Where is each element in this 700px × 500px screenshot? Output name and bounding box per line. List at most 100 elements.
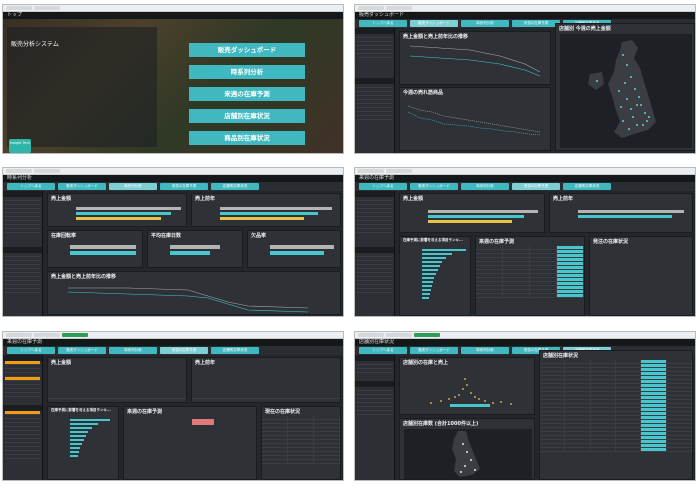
forecast-table-card: 来週の在庫予測 — [475, 236, 585, 316]
nav-store-button[interactable]: 店舗別在庫状況 — [211, 347, 259, 354]
card-title: 店舗別の在庫と売上 — [403, 360, 449, 366]
nav-timeseries-button[interactable]: 時系列分析 — [461, 20, 509, 27]
card-title: 発注の在庫状況 — [593, 239, 629, 245]
nav-top-button[interactable]: トップへ戻る — [359, 183, 407, 190]
filter-row[interactable] — [5, 289, 40, 293]
nav-forecast-button[interactable]: 来週の在庫予測 — [160, 347, 208, 354]
browser-tab[interactable] — [6, 333, 32, 337]
current-stock-card: 現在の在庫状況 — [261, 406, 341, 480]
nav-forecast-button[interactable]: 来週の在庫予測 — [512, 183, 560, 190]
nav-forecast-button[interactable]: 来週の在庫予測 — [512, 20, 560, 27]
forecast-table-card: 来週の在庫予測 — [123, 406, 257, 480]
window-title: 販売ダッシュボード — [355, 12, 695, 19]
nav-dashboard-button[interactable]: 販売ダッシュボード — [410, 347, 458, 354]
nav-timeseries-button[interactable]: 時系列分析 — [109, 183, 157, 190]
trend-line-chart — [67, 287, 309, 313]
trend-line-chart — [409, 45, 541, 77]
dashboard-screenshot: 販売ダッシュボード トップへ戻る 販売ダッシュボード 時系列分析 来週の在庫予測… — [354, 4, 696, 154]
sales-amount-card: 売上金額 — [399, 193, 545, 233]
turnover-card: 在庫回転率 — [47, 230, 143, 268]
nav-top-button[interactable]: トップへ戻る — [359, 347, 407, 354]
browser-tab[interactable] — [6, 6, 32, 10]
sales-amount-card: 売上金額 — [47, 357, 187, 403]
filter-row[interactable] — [357, 369, 392, 373]
trend-card: 売上金額と売上前年比の推移 — [47, 271, 341, 315]
card-title: 来週の在庫予測 — [127, 409, 163, 415]
card-title: 店舗別在庫状況 — [543, 353, 579, 359]
filter-sidebar — [3, 355, 43, 480]
browser-tabbar — [3, 168, 343, 175]
filter-row[interactable] — [5, 229, 40, 233]
card-title: 売上金額と売上前年比の推移 — [51, 274, 117, 280]
sales-trend-card: 売上金額と売上前年比の推移 — [399, 31, 551, 85]
filter-row[interactable] — [357, 289, 392, 293]
browser-tab[interactable] — [62, 333, 88, 337]
card-title: 売上前年 — [195, 196, 216, 202]
nav-top-button[interactable]: トップへ戻る — [7, 347, 55, 354]
nav-dashboard-button[interactable]: 販売ダッシュボード — [410, 183, 458, 190]
menu-product-stock-button[interactable]: 商品別在庫状況 — [189, 131, 305, 145]
sales-prev-card: 売上前年 — [549, 193, 693, 233]
nav-store-button[interactable]: 店舗別在庫状況 — [563, 183, 611, 190]
browser-tab[interactable] — [386, 333, 412, 337]
order-status-card: 発注の在庫状況 — [589, 236, 693, 316]
nav-dashboard-button[interactable]: 販売ダッシュボード — [410, 20, 458, 27]
nav-timeseries-button[interactable]: 時系列分析 — [461, 347, 509, 354]
nav-bar: トップへ戻る 販売ダッシュボード 時系列分析 来週の在庫予測 店舗別在庫状況 — [3, 346, 343, 355]
filter-sidebar — [355, 355, 395, 480]
menu-timeseries-button[interactable]: 時系列分析 — [189, 65, 305, 79]
avg-days-card: 平均在庫日数 — [147, 230, 243, 268]
card-title: 在庫予測に影響を与える項目ランキ... — [51, 408, 111, 412]
store-stock-table-card: 店舗別在庫状況 — [539, 350, 693, 480]
uk-map[interactable] — [404, 429, 532, 479]
browser-tab[interactable] — [358, 333, 384, 337]
store-forecast-screenshot: 来週の在庫予測 トップへ戻る 販売ダッシュボード 時系列分析 来週の在庫予測 店… — [2, 331, 344, 481]
browser-tabbar — [355, 332, 695, 339]
browser-tabbar — [355, 5, 695, 12]
menu-forecast-button[interactable]: 来週の在庫予測 — [189, 87, 305, 101]
browser-tabbar — [355, 168, 695, 175]
filter-row[interactable] — [357, 229, 392, 233]
card-title: 売上前年 — [553, 196, 574, 202]
card-title: 売上金額 — [51, 360, 72, 366]
table-row[interactable] — [540, 448, 692, 452]
browser-tab[interactable] — [34, 169, 60, 173]
filter-sidebar — [355, 191, 395, 316]
store-stock-sales-card: 店舗別の在庫と売上 — [399, 357, 535, 415]
filter-row[interactable] — [357, 411, 392, 415]
card-title: 店舗別在庫数 (合計1000件以上) — [403, 421, 479, 427]
window-title: 時系列分析 — [3, 175, 343, 182]
browser-tab[interactable] — [358, 6, 384, 10]
browser-tabbar — [3, 332, 343, 339]
nav-timeseries-button[interactable]: 時系列分析 — [461, 183, 509, 190]
browser-tab[interactable] — [358, 169, 384, 173]
uk-map[interactable] — [560, 34, 692, 148]
nav-top-button[interactable]: トップへ戻る — [359, 20, 407, 27]
store-map-card: 店舗別在庫数 (合計1000件以上) — [399, 418, 535, 480]
nav-top-button[interactable]: トップへ戻る — [7, 183, 55, 190]
filter-row[interactable] — [5, 393, 40, 397]
timeseries-screenshot: 時系列分析 トップへ戻る 販売ダッシュボード 時系列分析 来週の在庫予測 店舗別… — [2, 167, 344, 317]
nav-store-button[interactable]: 店舗別在庫状況 — [211, 183, 259, 190]
filter-row[interactable] — [357, 54, 392, 58]
nav-bar: トップへ戻る 販売ダッシュボード 時系列分析 来週の在庫予測 店舗別在庫状況 — [355, 182, 695, 191]
filter-row[interactable] — [357, 116, 392, 120]
browser-tab[interactable] — [6, 169, 32, 173]
nav-timeseries-button[interactable]: 時系列分析 — [109, 347, 157, 354]
menu-store-stock-button[interactable]: 店舗別在庫状況 — [189, 109, 305, 123]
browser-tab[interactable] — [414, 333, 440, 337]
browser-tab[interactable] — [386, 169, 412, 173]
card-title: 売上前年 — [195, 360, 216, 366]
browser-tab[interactable] — [386, 6, 412, 10]
window-title: 店舗別在庫状況 — [355, 339, 695, 346]
nav-dashboard-button[interactable]: 販売ダッシュボード — [58, 183, 106, 190]
company-logo: Insight Tech — [9, 139, 31, 153]
nav-forecast-button[interactable]: 来週の在庫予測 — [160, 183, 208, 190]
filter-row[interactable] — [5, 455, 40, 459]
card-title: 売上金額 — [403, 196, 424, 202]
card-title: 欠品率 — [251, 233, 267, 239]
nav-dashboard-button[interactable]: 販売ダッシュボード — [58, 347, 106, 354]
browser-tab[interactable] — [34, 333, 60, 337]
menu-sales-dashboard-button[interactable]: 販売ダッシュボード — [189, 43, 305, 57]
browser-tab[interactable] — [34, 6, 60, 10]
